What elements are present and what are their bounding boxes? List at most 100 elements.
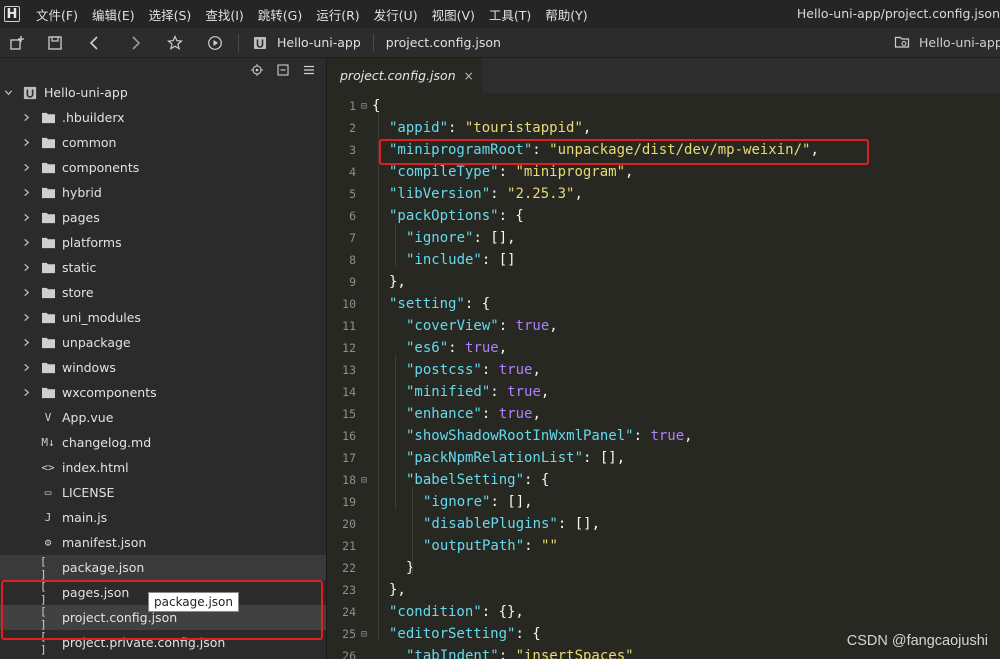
tree-item-folder[interactable]: uni_modules xyxy=(0,305,326,330)
chevron-icon[interactable] xyxy=(20,137,32,149)
locate-icon[interactable] xyxy=(248,61,266,79)
explorer-header xyxy=(0,58,326,82)
code-text: "showShadowRootInWxmlPanel": true, xyxy=(372,428,693,444)
code-token: : xyxy=(490,186,508,202)
folder-icon xyxy=(40,186,56,200)
code-line: 20 "disablePlugins": [], xyxy=(328,513,1000,535)
code-text: "tabIndent": "insertSpaces" xyxy=(372,648,634,659)
menu-item[interactable]: 发行(U) xyxy=(368,5,426,24)
chevron-icon[interactable] xyxy=(20,312,32,324)
code-line: 11 "coverView": true, xyxy=(328,315,1000,337)
code-line: 22} xyxy=(328,557,1000,579)
code-token: "ignore" xyxy=(406,230,474,246)
tree-item-folder[interactable]: unpackage xyxy=(0,330,326,355)
chevron-icon[interactable] xyxy=(20,187,32,199)
fold-toggle-icon[interactable]: ⊟ xyxy=(356,101,372,112)
folder-icon xyxy=(40,336,56,350)
collapse-all-icon[interactable] xyxy=(274,61,292,79)
line-number: 12 xyxy=(342,341,356,355)
fold-toggle-icon[interactable]: ⊟ xyxy=(356,475,372,486)
tree-item-folder[interactable]: platforms xyxy=(0,230,326,255)
code-token: "include" xyxy=(406,252,482,268)
code-token: : xyxy=(481,362,499,378)
menu-item[interactable]: 帮助(Y) xyxy=(539,5,595,24)
code-line: 8 "include": [] xyxy=(328,249,1000,271)
indent-guide xyxy=(395,355,396,509)
save-icon[interactable] xyxy=(46,34,64,52)
code-token: "babelSetting" xyxy=(406,472,525,488)
chevron-icon[interactable] xyxy=(20,337,32,349)
code-token: } xyxy=(406,560,415,576)
tree-item-folder[interactable]: hybrid xyxy=(0,180,326,205)
tab-label: project.config.json xyxy=(340,68,456,83)
chevron-icon[interactable] xyxy=(20,237,32,249)
hbuilderx-logo-icon: H xyxy=(4,6,20,22)
tree-item-folder[interactable]: static xyxy=(0,255,326,280)
highlight-box-miniprogram-root xyxy=(379,139,869,165)
tree-item-label: LICENSE xyxy=(62,485,115,500)
menu-item[interactable]: 选择(S) xyxy=(143,5,200,24)
tree-item-folder[interactable]: windows xyxy=(0,355,326,380)
tree-item-file[interactable]: V App.vue xyxy=(0,405,326,430)
window-title: Hello-uni-app/project.config.json xyxy=(796,6,1000,21)
tree-item-folder[interactable]: wxcomponents xyxy=(0,380,326,405)
forward-icon[interactable] xyxy=(126,34,144,52)
code-token: "setting" xyxy=(389,296,465,312)
indent-guide xyxy=(412,487,413,575)
menu-item[interactable]: 运行(R) xyxy=(310,5,367,24)
back-icon[interactable] xyxy=(86,34,104,52)
chevron-icon[interactable] xyxy=(20,287,32,299)
project-icon xyxy=(251,34,269,52)
line-number: 10 xyxy=(342,297,356,311)
menu-item[interactable]: 跳转(G) xyxy=(252,5,310,24)
tree-item-file[interactable]: ▭ LICENSE xyxy=(0,480,326,505)
tree-root-project[interactable]: Hello-uni-app xyxy=(0,80,326,105)
tree-item-folder[interactable]: store xyxy=(0,280,326,305)
chevron-icon[interactable] xyxy=(20,162,32,174)
code-token: , xyxy=(582,120,592,136)
tree-item-label: common xyxy=(62,135,117,150)
run-icon[interactable] xyxy=(206,34,224,52)
chevron-icon[interactable] xyxy=(20,362,32,374)
tree-item-folder[interactable]: .hbuilderx xyxy=(0,105,326,130)
tree-item-folder[interactable]: components xyxy=(0,155,326,180)
tree-item-file[interactable]: Jmain.js xyxy=(0,505,326,530)
toolbar: Hello-uni-app project.config.json Hello-… xyxy=(0,28,1000,58)
favorite-star-icon[interactable] xyxy=(166,34,184,52)
breadcrumb-project[interactable]: Hello-uni-app xyxy=(277,35,361,50)
menu-item[interactable]: 查找(I) xyxy=(199,5,251,24)
fold-toggle-icon[interactable]: ⊟ xyxy=(356,629,372,640)
menu-item[interactable]: 视图(V) xyxy=(426,5,483,24)
tab-project-config[interactable]: project.config.json × xyxy=(328,58,482,93)
menu-item[interactable]: 工具(T) xyxy=(483,5,539,24)
tree-item-folder[interactable]: common xyxy=(0,130,326,155)
chevron-icon[interactable] xyxy=(20,387,32,399)
menu-item[interactable]: 编辑(E) xyxy=(86,5,143,24)
menu-icon[interactable] xyxy=(300,61,318,79)
code-text: "enhance": true, xyxy=(372,406,541,422)
tree-item-label: main.js xyxy=(62,510,108,525)
tree-item-file[interactable]: <> index.html xyxy=(0,455,326,480)
chevron-icon[interactable] xyxy=(20,262,32,274)
code-token: "" xyxy=(541,538,558,554)
right-breadcrumb[interactable]: Hello-uni-app xyxy=(893,33,1000,51)
breadcrumb-file[interactable]: project.config.json xyxy=(386,35,501,50)
tree-item-file[interactable]: [ ] package.json xyxy=(0,554,326,581)
new-file-icon[interactable] xyxy=(8,34,26,52)
tree-item-file[interactable]: M↓ changelog.md xyxy=(0,430,326,455)
file-icon: [ ] xyxy=(40,554,47,581)
code-line: 24 "condition": {}, xyxy=(328,601,1000,623)
tree-item-file[interactable]: ⚙ manifest.json xyxy=(0,530,326,555)
menu-item[interactable]: 文件(F) xyxy=(30,5,86,24)
chevron-icon[interactable] xyxy=(2,87,14,99)
code-token: "touristappid" xyxy=(464,120,583,136)
code-token: true xyxy=(650,428,685,444)
file-icon: <> xyxy=(41,461,55,474)
chevron-icon[interactable] xyxy=(20,212,32,224)
chevron-icon[interactable] xyxy=(20,112,32,124)
tree-item-folder[interactable]: pages xyxy=(0,205,326,230)
code-token: }, xyxy=(389,582,406,598)
close-tab-icon[interactable]: × xyxy=(464,69,474,83)
code-text: "editorSetting": { xyxy=(372,626,541,642)
